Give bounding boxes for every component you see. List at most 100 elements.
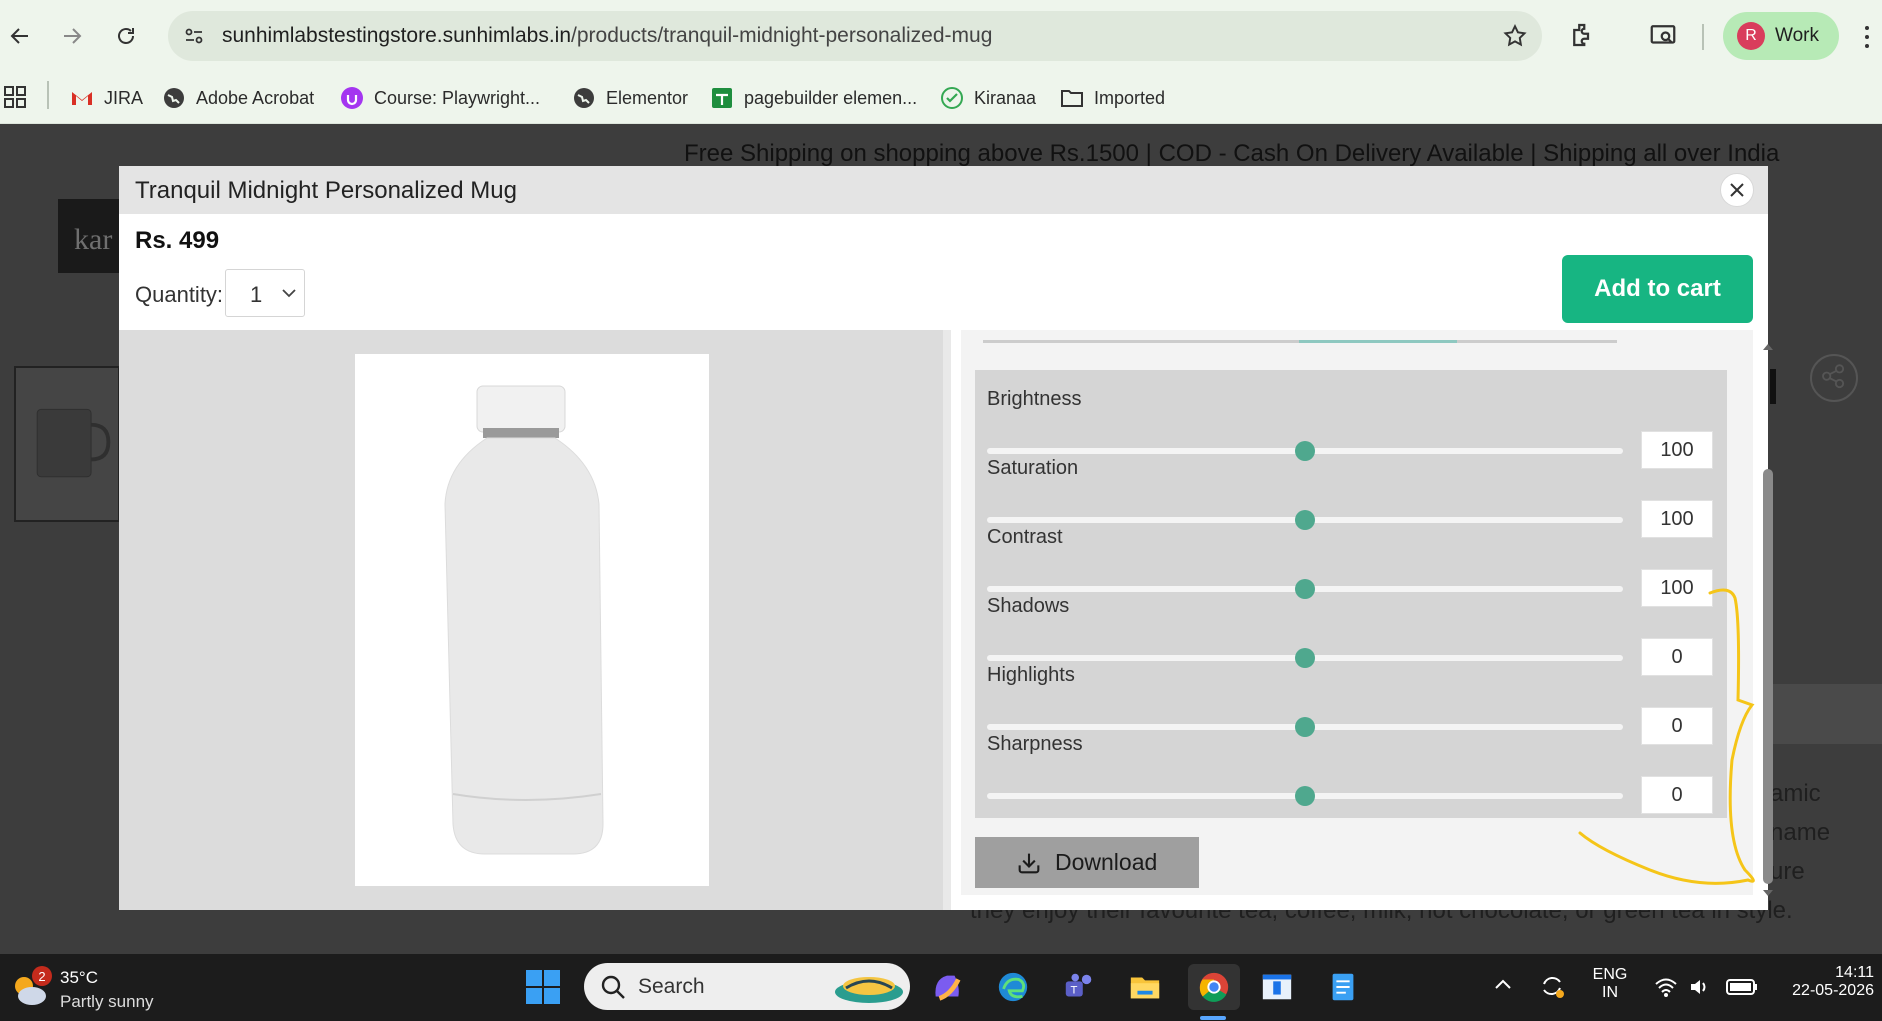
panel-divider: [943, 330, 951, 910]
site-settings-icon[interactable]: [182, 24, 206, 48]
bookmark-label: pagebuilder elemen...: [744, 87, 918, 108]
edge-button[interactable]: [990, 964, 1036, 1010]
globe-icon: [572, 86, 596, 110]
taskbar-search[interactable]: Search: [584, 963, 910, 1010]
region-code: IN: [1602, 984, 1618, 1001]
window-app-icon: [1262, 974, 1292, 1000]
share-icon: [1822, 364, 1845, 389]
arrow-left-icon: [10, 28, 28, 44]
modal-body: Brightness 100 Saturation 100 Contrast 100 Sha…: [119, 330, 1773, 910]
bottle-image: [444, 385, 604, 855]
slider-value-input[interactable]: 0: [1641, 776, 1713, 814]
adjustment-shadows: Shadows 0: [975, 595, 1727, 676]
description-fragment: amic: [1770, 780, 1821, 807]
chevron-up-icon[interactable]: [1494, 976, 1512, 994]
start-button[interactable]: [520, 964, 566, 1010]
language-indicator[interactable]: ENG IN: [1590, 966, 1630, 1002]
battery-icon[interactable]: [1726, 978, 1758, 996]
editor-scroll-area: Brightness 100 Saturation 100 Contrast 100 Sha…: [961, 330, 1753, 895]
editor-scrollbar[interactable]: [1761, 342, 1775, 898]
editor-tab[interactable]: [1141, 340, 1301, 343]
chrome-icon: [1199, 972, 1229, 1002]
editor-tab[interactable]: [1457, 340, 1617, 343]
search-placeholder: Search: [638, 975, 705, 998]
url-text[interactable]: sunhimlabstestingstore.sunhimlabs.in/pro…: [222, 24, 992, 48]
modal-header: Tranquil Midnight Personalized Mug: [119, 166, 1768, 214]
copilot-button[interactable]: [924, 964, 970, 1010]
folder-icon: [1060, 86, 1084, 110]
bookmark-elementor[interactable]: Elementor: [572, 82, 688, 114]
notepad-icon: [1332, 973, 1354, 1001]
profile-button[interactable]: R Work: [1723, 12, 1839, 60]
bookmark-label: Elementor: [606, 87, 689, 108]
app-button[interactable]: [1254, 964, 1300, 1010]
teams-button[interactable]: T: [1056, 964, 1102, 1010]
slider-label: Highlights: [987, 664, 1075, 686]
reload-icon: [118, 28, 134, 44]
scroll-thumb[interactable]: [1763, 469, 1773, 884]
clock-date: 22-05-2026: [1792, 982, 1874, 999]
bookmark-label: Adobe Acrobat: [196, 87, 315, 108]
editor-tab-active[interactable]: [1299, 340, 1459, 343]
clock[interactable]: 14:11 22-05-2026: [1770, 964, 1874, 1000]
bookmark-jira[interactable]: JIRA: [70, 82, 143, 114]
reload-button[interactable]: [106, 16, 146, 56]
sheets-icon: [710, 86, 734, 110]
address-bar[interactable]: sunhimlabstestingstore.sunhimlabs.in/pro…: [168, 11, 1542, 61]
extensions-icon[interactable]: [1568, 20, 1598, 50]
menu-dots-icon[interactable]: [1862, 24, 1872, 50]
editor-tab[interactable]: [983, 340, 1143, 343]
bookmark-course[interactable]: Course: Playwright...: [340, 82, 540, 114]
sync-icon[interactable]: [1538, 972, 1566, 1000]
bookmark-pagebuilder[interactable]: pagebuilder elemen...: [710, 82, 917, 114]
chrome-button[interactable]: [1188, 964, 1240, 1010]
product-price: Rs. 499: [135, 227, 220, 254]
notepad-button[interactable]: [1320, 964, 1366, 1010]
back-button[interactable]: [0, 16, 40, 56]
product-thumbnail[interactable]: [14, 366, 120, 522]
bookmark-kiranaa[interactable]: Kiranaa: [940, 82, 1036, 114]
wifi-icon[interactable]: [1654, 976, 1678, 998]
windows-icon: [526, 970, 560, 1004]
bookmark-imported[interactable]: Imported: [1060, 82, 1165, 114]
volume-icon[interactable]: [1688, 976, 1712, 998]
slider-thumb[interactable]: [1295, 786, 1315, 806]
quantity-label: Quantity:: [135, 282, 224, 307]
scroll-down-icon[interactable]: [1763, 888, 1773, 898]
product-preview[interactable]: [355, 354, 709, 886]
quantity-select[interactable]: 1: [225, 269, 305, 317]
taskbar: 2 35°C Partly sunny Search T ENG IN 14:1…: [0, 954, 1882, 1021]
scroll-up-icon[interactable]: [1763, 342, 1773, 352]
globe-icon: [162, 86, 186, 110]
description-fragment: ure: [1770, 858, 1805, 885]
forward-button[interactable]: [52, 16, 92, 56]
bookmark-star-icon[interactable]: [1502, 23, 1528, 49]
apps-grid-icon[interactable]: [4, 86, 26, 108]
folder-icon: [1130, 977, 1160, 999]
add-to-cart-button[interactable]: Add to cart: [1562, 255, 1753, 323]
browser-toolbar: sunhimlabstestingstore.sunhimlabs.in/pro…: [0, 0, 1882, 72]
bookmark-label: Imported: [1094, 87, 1166, 108]
bookmark-label: Kiranaa: [974, 87, 1037, 108]
mug-icon: [36, 408, 111, 478]
profile-label: Work: [1775, 25, 1819, 46]
share-button[interactable]: [1810, 354, 1858, 402]
notification-badge: 2: [32, 966, 52, 986]
logo-text: kar: [74, 223, 113, 256]
gmail-icon: [70, 86, 94, 110]
cast-search-icon[interactable]: [1648, 20, 1678, 50]
download-icon: [1018, 853, 1040, 873]
close-button[interactable]: [1720, 173, 1754, 207]
slider-label: Saturation: [987, 457, 1079, 479]
file-explorer-button[interactable]: [1122, 964, 1168, 1010]
page-block: [1764, 684, 1882, 744]
adjustment-saturation: Saturation 100: [975, 457, 1727, 538]
bookmark-adobe-acrobat[interactable]: Adobe Acrobat: [162, 82, 314, 114]
customize-modal: Tranquil Midnight Personalized Mug Rs. 4…: [119, 166, 1773, 910]
adjustment-contrast: Contrast 100: [975, 526, 1727, 607]
url-domain: sunhimlabstestingstore.sunhimlabs.in: [222, 24, 572, 47]
weather-widget[interactable]: 2 35°C Partly sunny: [10, 962, 210, 1014]
toolbar-divider: [1702, 24, 1704, 50]
download-button[interactable]: Download: [975, 837, 1199, 888]
bookmark-label: Course: Playwright...: [374, 87, 541, 108]
